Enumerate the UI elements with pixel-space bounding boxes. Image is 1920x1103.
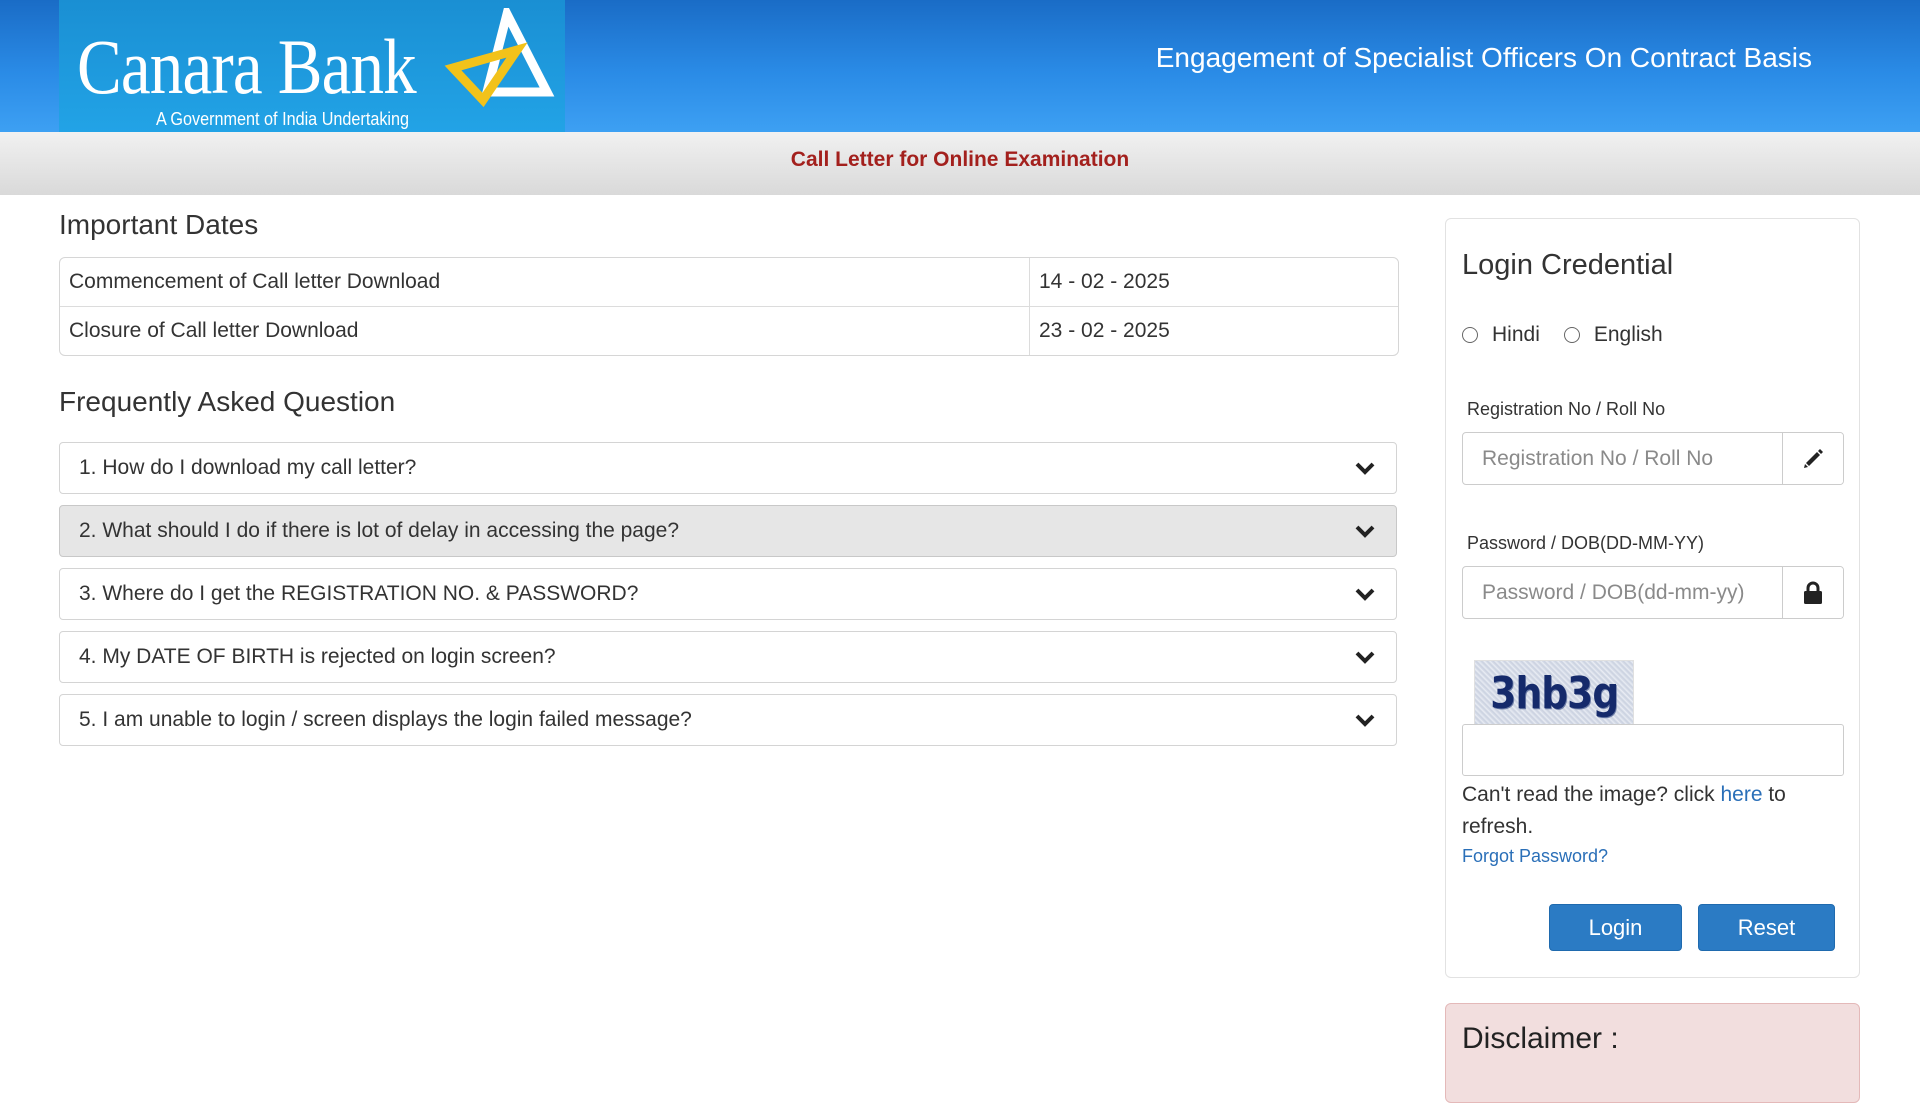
date-label: Commencement of Call letter Download [60,258,1030,306]
logo-wordmark: Canara Bank [77,23,417,110]
page-title: Engagement of Specialist Officers On Con… [1155,42,1812,73]
registration-input[interactable] [1463,433,1782,484]
faq-item[interactable]: 4. My DATE OF BIRTH is rejected on login… [59,631,1397,683]
subheader-title: Call Letter for Online Examination [790,148,1130,171]
pencil-icon [1782,433,1843,484]
table-row: Closure of Call letter Download 23 - 02 … [60,307,1398,355]
date-label: Closure of Call letter Download [60,307,1030,355]
radio-hindi[interactable] [1462,327,1478,343]
faq-question: 4. My DATE OF BIRTH is rejected on login… [79,645,556,668]
radio-label-english[interactable]: English [1594,323,1663,347]
important-dates-table: Commencement of Call letter Download 14 … [59,257,1399,356]
login-button[interactable]: Login [1549,904,1682,951]
chevron-down-icon [1355,462,1375,475]
subheader-bar: Call Letter for Online Examination [0,132,1920,195]
faq-item[interactable]: 3. Where do I get the REGISTRATION NO. &… [59,568,1397,620]
password-input[interactable] [1463,567,1782,618]
registration-label: Registration No / Roll No [1467,399,1666,419]
faq-heading: Frequently Asked Question [59,386,396,417]
site-header: Canara Bank A Government of India Undert… [0,0,1920,132]
chevron-down-icon [1355,714,1375,727]
faq-item[interactable]: 1. How do I download my call letter? [59,442,1397,494]
radio-label-hindi[interactable]: Hindi [1492,323,1540,347]
disclaimer-panel: Disclaimer : [1445,1003,1860,1103]
date-value: 23 - 02 - 2025 [1039,319,1170,342]
faq-item[interactable]: 2. What should I do if there is lot of d… [59,505,1397,557]
important-dates-heading: Important Dates [59,209,259,240]
faq-accordion: 1. How do I download my call letter? 2. … [59,442,1397,757]
faq-question: 3. Where do I get the REGISTRATION NO. &… [79,582,639,605]
captcha-refresh-link[interactable]: here [1720,783,1762,806]
faq-question: 2. What should I do if there is lot of d… [79,519,680,542]
captcha-help-text: Can't read the image? click here to refr… [1462,779,1842,843]
faq-item[interactable]: 5. I am unable to login / screen display… [59,694,1397,746]
login-title: Login Credential [1462,249,1674,281]
table-row: Commencement of Call letter Download 14 … [60,258,1398,307]
chevron-down-icon [1355,588,1375,601]
captcha-help-prefix: Can't read the image? click [1462,783,1721,806]
captcha-image: 3hb3g [1474,660,1634,726]
password-label: Password / DOB(DD-MM-YY) [1467,533,1705,553]
bank-logo[interactable]: Canara Bank A Government of India Undert… [59,0,565,132]
logo-tagline: A Government of India Undertaking [156,109,410,129]
chevron-down-icon [1355,525,1375,538]
login-panel: Login Credential Hindi English Registrat… [1445,218,1860,978]
lock-icon [1782,567,1843,618]
disclaimer-title: Disclaimer : [1462,1022,1619,1055]
faq-question: 5. I am unable to login / screen display… [79,708,692,731]
date-value: 14 - 02 - 2025 [1039,270,1170,293]
language-selector: Hindi English [1462,323,1687,347]
reset-button[interactable]: Reset [1698,904,1835,951]
password-input-group [1462,566,1844,619]
faq-question: 1. How do I download my call letter? [79,456,417,479]
canara-logo-icon [444,8,555,108]
forgot-password-link[interactable]: Forgot Password? [1462,846,1608,867]
captcha-text: 3hb3g [1490,667,1619,719]
chevron-down-icon [1355,651,1375,664]
registration-input-group [1462,432,1844,485]
radio-english[interactable] [1563,327,1580,343]
captcha-input[interactable] [1462,724,1844,776]
